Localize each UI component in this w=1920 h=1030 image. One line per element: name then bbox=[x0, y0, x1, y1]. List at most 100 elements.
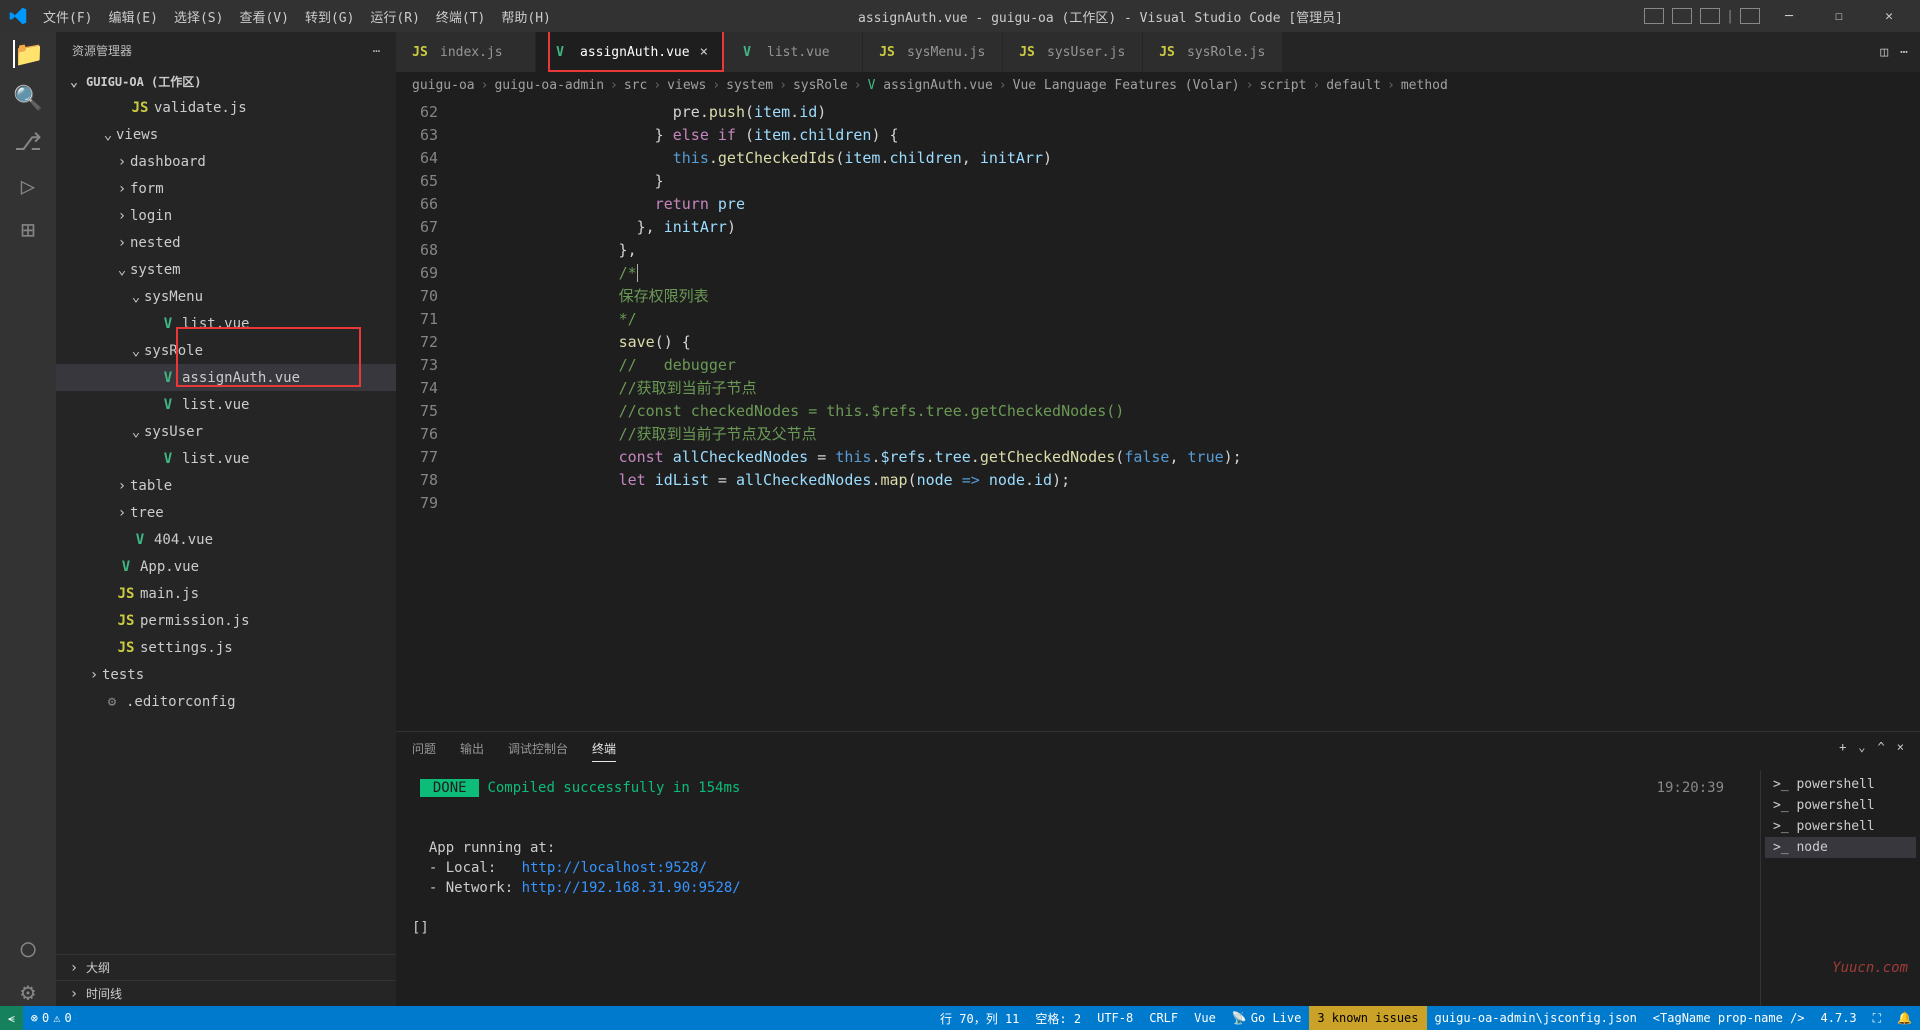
menu-item[interactable]: 查看(V) bbox=[231, 3, 296, 30]
status-version[interactable]: 4.7.3 bbox=[1813, 1006, 1865, 1030]
breadcrumb-item[interactable]: guigu-oa bbox=[412, 78, 475, 93]
settings-gear-icon[interactable]: ⚙ bbox=[14, 978, 42, 1006]
source-control-icon[interactable]: ⎇ bbox=[14, 128, 42, 156]
code-editor[interactable]: 626364656667686970717273747576777879 pre… bbox=[396, 99, 1920, 731]
editor-tab[interactable]: JSsysMenu.js bbox=[863, 32, 1003, 72]
terminal-instance[interactable]: >_ node bbox=[1765, 837, 1916, 858]
breadcrumb-item[interactable]: system bbox=[726, 78, 773, 93]
tree-item[interactable]: JSvalidate.js bbox=[56, 94, 396, 121]
remote-indicator[interactable]: ⪪ bbox=[0, 1006, 23, 1030]
tree-item[interactable]: ⌄sysRole bbox=[56, 337, 396, 364]
terminal-output[interactable]: DONE Compiled successfully in 154ms19:20… bbox=[396, 770, 1760, 1006]
editor-tab[interactable]: Vlist.vue bbox=[723, 32, 863, 72]
tree-item[interactable]: ›nested bbox=[56, 229, 396, 256]
menu-item[interactable]: 编辑(E) bbox=[100, 3, 165, 30]
terminal-instance[interactable]: >_ powershell bbox=[1765, 795, 1916, 816]
status-spaces[interactable]: 空格: 2 bbox=[1027, 1006, 1089, 1030]
tree-item[interactable]: JSmain.js bbox=[56, 580, 396, 607]
status-tag[interactable]: <TagName prop-name /> bbox=[1645, 1006, 1813, 1030]
breadcrumb[interactable]: guigu-oa›guigu-oa-admin›src›views›system… bbox=[396, 72, 1920, 99]
panel-tab[interactable]: 调试控制台 bbox=[508, 740, 568, 762]
breadcrumb-item[interactable]: guigu-oa-admin bbox=[494, 78, 604, 93]
menu-item[interactable]: 终端(T) bbox=[428, 3, 493, 30]
editor-tab[interactable]: JSindex.js bbox=[396, 32, 536, 72]
tree-item[interactable]: ›table bbox=[56, 472, 396, 499]
extensions-icon[interactable]: ⊞ bbox=[14, 216, 42, 244]
run-debug-icon[interactable]: ▷ bbox=[14, 172, 42, 200]
menu-item[interactable]: 运行(R) bbox=[362, 3, 427, 30]
status-encoding[interactable]: UTF-8 bbox=[1089, 1006, 1141, 1030]
timeline-section[interactable]: ›时间线 bbox=[56, 980, 396, 1006]
account-icon[interactable]: ◯ bbox=[14, 934, 42, 962]
maximize-button[interactable]: ☐ bbox=[1816, 0, 1862, 32]
breadcrumb-item[interactable]: views bbox=[667, 78, 706, 93]
layout-icon[interactable] bbox=[1700, 8, 1720, 24]
tree-item[interactable]: ⚙.editorconfig bbox=[56, 688, 396, 715]
breadcrumb-item[interactable]: V assignAuth.vue bbox=[868, 78, 993, 93]
tree-item[interactable]: ›tests bbox=[56, 661, 396, 688]
tree-item[interactable]: VApp.vue bbox=[56, 553, 396, 580]
code-content[interactable]: pre.push(item.id) } else if (item.childr… bbox=[456, 99, 1820, 731]
tree-item[interactable]: JSsettings.js bbox=[56, 634, 396, 661]
chevron-down-icon[interactable]: ⌄ bbox=[1858, 740, 1865, 762]
layout-icon[interactable] bbox=[1672, 8, 1692, 24]
tree-item[interactable]: Vlist.vue bbox=[56, 310, 396, 337]
breadcrumb-item[interactable]: script bbox=[1259, 78, 1306, 93]
breadcrumb-item[interactable]: Vue Language Features (Volar) bbox=[1013, 78, 1240, 93]
tree-item[interactable]: ›dashboard bbox=[56, 148, 396, 175]
tree-item[interactable]: ›login bbox=[56, 202, 396, 229]
status-eol[interactable]: CRLF bbox=[1141, 1006, 1186, 1030]
breadcrumb-item[interactable]: src bbox=[624, 78, 647, 93]
status-errors[interactable]: ⊗ 0 ⚠ 0 bbox=[23, 1006, 80, 1030]
tree-item[interactable]: Vlist.vue bbox=[56, 391, 396, 418]
terminal-instance[interactable]: >_ powershell bbox=[1765, 816, 1916, 837]
split-icon[interactable]: ◫ bbox=[1880, 45, 1888, 60]
tree-item[interactable]: ›form bbox=[56, 175, 396, 202]
panel-tab[interactable]: 问题 bbox=[412, 740, 436, 762]
layout-icon[interactable] bbox=[1644, 8, 1664, 24]
tree-item[interactable]: ⌄system bbox=[56, 256, 396, 283]
outline-section[interactable]: ›大纲 bbox=[56, 954, 396, 980]
tree-item[interactable]: V404.vue bbox=[56, 526, 396, 553]
more-icon[interactable]: ⋯ bbox=[1900, 45, 1908, 60]
menu-item[interactable]: 选择(S) bbox=[166, 3, 231, 30]
breadcrumb-item[interactable]: default bbox=[1326, 78, 1381, 93]
status-golive[interactable]: 📡 Go Live bbox=[1224, 1006, 1310, 1030]
tree-item[interactable]: VassignAuth.vue bbox=[56, 364, 396, 391]
panel-tab[interactable]: 输出 bbox=[460, 740, 484, 762]
tree-item[interactable]: JSpermission.js bbox=[56, 607, 396, 634]
editor-tab[interactable]: JSsysUser.js bbox=[1003, 32, 1143, 72]
menu-item[interactable]: 帮助(H) bbox=[493, 3, 558, 30]
explorer-icon[interactable]: 📁 bbox=[13, 40, 41, 68]
menu-item[interactable]: 转到(G) bbox=[297, 3, 362, 30]
tree-item[interactable]: ⌄sysMenu bbox=[56, 283, 396, 310]
close-panel-icon[interactable]: × bbox=[1897, 740, 1904, 762]
close-icon[interactable]: × bbox=[700, 44, 708, 60]
more-icon[interactable]: ⋯ bbox=[373, 44, 380, 58]
breadcrumb-item[interactable]: sysRole bbox=[793, 78, 848, 93]
maximize-panel-icon[interactable]: ^ bbox=[1878, 740, 1885, 762]
terminal-instance[interactable]: >_ powershell bbox=[1765, 774, 1916, 795]
status-lang[interactable]: Vue bbox=[1186, 1006, 1224, 1030]
breadcrumb-item[interactable]: method bbox=[1401, 78, 1448, 93]
menu-item[interactable]: 文件(F) bbox=[35, 3, 100, 30]
minimap[interactable] bbox=[1820, 99, 1920, 731]
search-icon[interactable]: 🔍 bbox=[14, 84, 42, 112]
tree-item[interactable]: ⌄sysUser bbox=[56, 418, 396, 445]
status-issues[interactable]: 3 known issues bbox=[1309, 1006, 1426, 1030]
status-cursor-pos[interactable]: 行 70，列 11 bbox=[932, 1006, 1027, 1030]
tree-item[interactable]: ›tree bbox=[56, 499, 396, 526]
status-bell-icon[interactable]: 🔔 bbox=[1889, 1006, 1920, 1030]
tree-item[interactable]: Vlist.vue bbox=[56, 445, 396, 472]
status-feedback-icon[interactable]: ⛶ bbox=[1865, 1006, 1889, 1030]
minimize-button[interactable]: ─ bbox=[1766, 0, 1812, 32]
close-button[interactable]: ✕ bbox=[1866, 0, 1912, 32]
panel-tab[interactable]: 终端 bbox=[592, 740, 616, 762]
new-terminal-icon[interactable]: + bbox=[1839, 740, 1846, 762]
tree-item[interactable]: ⌄views bbox=[56, 121, 396, 148]
layout-icon[interactable] bbox=[1740, 8, 1760, 24]
status-jsconfig[interactable]: guigu-oa-admin\jsconfig.json bbox=[1427, 1006, 1645, 1030]
editor-tab[interactable]: JSsysRole.js bbox=[1143, 32, 1283, 72]
editor-tab[interactable]: VassignAuth.vue× bbox=[536, 32, 723, 72]
workspace-title[interactable]: ⌄GUIGU-OA (工作区) bbox=[56, 69, 396, 94]
